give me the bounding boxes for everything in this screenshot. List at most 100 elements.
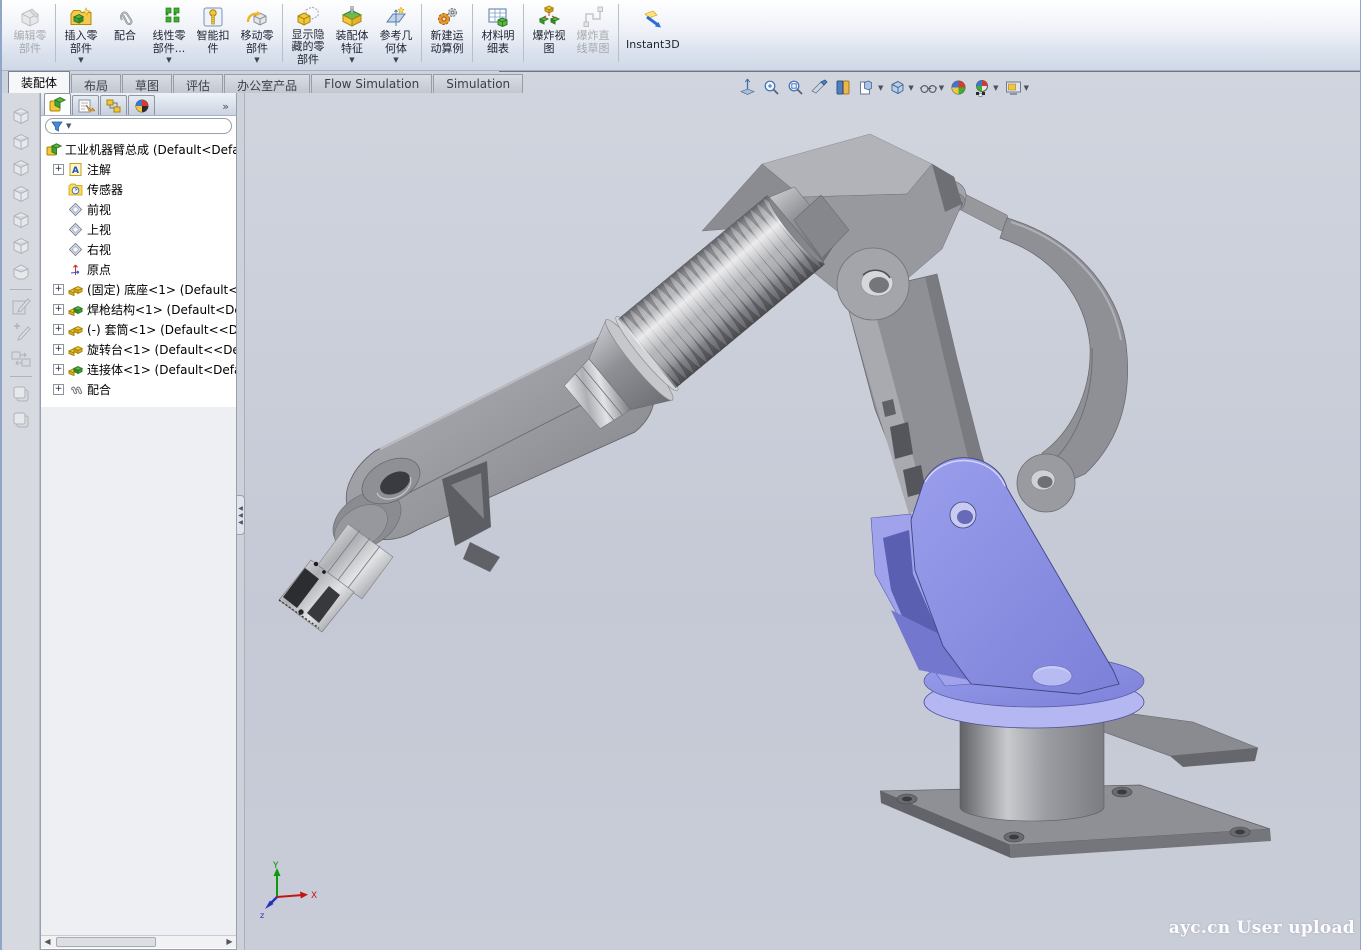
expand-icon[interactable]: + bbox=[53, 304, 64, 315]
smart-fasteners-button[interactable]: 智能扣 件 bbox=[191, 2, 235, 68]
tree-horizontal-scrollbar[interactable]: ◀ ▶ bbox=[41, 935, 236, 948]
panel-overflow-chevron[interactable]: » bbox=[222, 100, 234, 115]
expand-icon[interactable]: + bbox=[53, 164, 64, 175]
section-knife-icon[interactable] bbox=[809, 77, 830, 98]
new-motion-study-icon bbox=[434, 4, 460, 30]
cube-tool-icon[interactable] bbox=[9, 208, 33, 232]
new-motion-study-button[interactable]: 新建运 动算例 bbox=[425, 2, 469, 68]
cube-tool-icon[interactable] bbox=[9, 234, 33, 258]
linear-component-pattern-button[interactable]: 线性零 部件... ▼ bbox=[147, 2, 191, 68]
cube-tool-icon[interactable] bbox=[9, 182, 33, 206]
collapse-arrow-icon: ◀ bbox=[238, 512, 243, 519]
tab-evaluate[interactable]: 评估 bbox=[173, 74, 223, 93]
dropdown-caret[interactable]: ▼ bbox=[393, 57, 398, 63]
expand-icon[interactable]: + bbox=[53, 344, 64, 355]
tree-item[interactable]: + (-) 套筒<1> (Default<<Def bbox=[41, 319, 236, 339]
filter-caret[interactable]: ▼ bbox=[66, 122, 71, 130]
graphics-viewport[interactable]: ▼ ▼ ▼ ▼ ▼ bbox=[245, 71, 1361, 950]
tree-filter-input[interactable]: ▼ bbox=[45, 118, 232, 134]
explode-line-sketch-button[interactable]: 爆炸直 线草图 bbox=[571, 2, 615, 68]
triad-z-label: z bbox=[260, 911, 264, 920]
tree-item[interactable]: + 配合 bbox=[41, 379, 236, 399]
cube-tool-icon[interactable] bbox=[9, 156, 33, 180]
edit-appearance-icon[interactable] bbox=[948, 77, 969, 98]
tree-lower-pane bbox=[41, 407, 236, 935]
featuremanager-tab[interactable] bbox=[44, 93, 71, 115]
orientation-arrow-icon[interactable] bbox=[737, 77, 758, 98]
move-component-button[interactable]: 移动零 部件 ▼ bbox=[235, 2, 279, 68]
displaymanager-tab[interactable] bbox=[128, 95, 155, 115]
mate-button[interactable]: 配合 bbox=[103, 2, 147, 68]
exploded-view-button[interactable]: 爆炸视 图 bbox=[527, 2, 571, 68]
configurationmanager-tab[interactable] bbox=[100, 95, 127, 115]
tree-item[interactable]: + A 注解 bbox=[41, 159, 236, 179]
corner-cube-tool-icon[interactable] bbox=[9, 260, 33, 284]
insert-component-button[interactable]: 插入零 部件 ▼ bbox=[59, 2, 103, 68]
show-hidden-components-icon bbox=[295, 4, 321, 29]
copy-tool-icon[interactable] bbox=[9, 382, 33, 406]
panel-collapse-handle[interactable]: ◀ ◀ ◀ bbox=[237, 495, 245, 535]
view-settings-icon[interactable]: ▼ bbox=[1003, 77, 1030, 98]
reference-geometry-button[interactable]: 参考几 何体 ▼ bbox=[374, 2, 418, 68]
scroll-right-arrow[interactable]: ▶ bbox=[223, 936, 236, 948]
show-hidden-components-button[interactable]: 显示隐 藏的零 部件 bbox=[286, 2, 330, 68]
robot-arm-model[interactable] bbox=[245, 72, 1361, 950]
tree-item[interactable]: 右视 bbox=[41, 239, 236, 259]
zoom-to-fit-icon[interactable] bbox=[761, 77, 782, 98]
triad-y-label: Y bbox=[272, 861, 279, 871]
tree-item[interactable]: + 旋转台<1> (Default<<Defa bbox=[41, 339, 236, 359]
part-icon bbox=[67, 301, 84, 317]
explode-line-sketch-icon bbox=[580, 4, 606, 30]
sketch-add-tool-icon[interactable] bbox=[9, 321, 33, 345]
expand-icon[interactable]: + bbox=[53, 284, 64, 295]
edit-component-icon bbox=[17, 4, 43, 30]
view-orientation-icon[interactable]: ▼ bbox=[857, 77, 884, 98]
transfer-tool-icon[interactable] bbox=[9, 347, 33, 371]
tab-office-products[interactable]: 办公室产品 bbox=[224, 74, 310, 93]
apply-scene-icon[interactable]: ▼ bbox=[972, 77, 999, 98]
assembly-features-button[interactable]: 装配体 特征 ▼ bbox=[330, 2, 374, 68]
cube-tool-icon[interactable] bbox=[9, 104, 33, 128]
section-view-icon[interactable] bbox=[833, 77, 854, 98]
edit-component-button[interactable]: 编辑零 部件 bbox=[8, 2, 52, 68]
panel-splitter[interactable]: ◀ ◀ ◀ bbox=[237, 93, 245, 950]
vertical-toolbar bbox=[2, 93, 40, 950]
scroll-left-arrow[interactable]: ◀ bbox=[41, 936, 54, 948]
tab-sketch[interactable]: 草图 bbox=[122, 74, 172, 93]
copy-tool-icon[interactable] bbox=[9, 408, 33, 432]
bill-of-materials-icon bbox=[485, 4, 511, 30]
hide-show-items-icon[interactable]: ▼ bbox=[918, 77, 945, 98]
tree-item[interactable]: 传感器 bbox=[41, 179, 236, 199]
dropdown-caret[interactable]: ▼ bbox=[78, 57, 83, 63]
tree-item[interactable]: 上视 bbox=[41, 219, 236, 239]
expand-icon[interactable]: + bbox=[53, 384, 64, 395]
tab-layout[interactable]: 布局 bbox=[71, 74, 121, 93]
reference-geometry-icon bbox=[383, 4, 409, 30]
tab-simulation[interactable]: Simulation bbox=[433, 74, 523, 93]
tree-item[interactable]: + 连接体<1> (Default<Defaul bbox=[41, 359, 236, 379]
bill-of-materials-button[interactable]: 材料明 细表 bbox=[476, 2, 520, 68]
feature-manager-panel: » ▼ 工业机器臂总成 (Default<Defa + A 注解 bbox=[40, 93, 237, 950]
tree-item[interactable]: + 焊枪结构<1> (Default<Defa bbox=[41, 299, 236, 319]
tree-root[interactable]: 工业机器臂总成 (Default<Defa bbox=[41, 139, 236, 159]
cube-tool-icon[interactable] bbox=[9, 130, 33, 154]
instant3d-button[interactable]: Instant3D bbox=[622, 2, 684, 68]
tab-flow-simulation[interactable]: Flow Simulation bbox=[311, 74, 432, 93]
scrollbar-thumb[interactable] bbox=[56, 937, 156, 947]
sketch-tool-icon[interactable] bbox=[9, 295, 33, 319]
expand-icon[interactable]: + bbox=[53, 364, 64, 375]
tab-assembly[interactable]: 装配体 bbox=[8, 71, 70, 93]
tree-item[interactable]: 前视 bbox=[41, 199, 236, 219]
zoom-to-area-icon[interactable] bbox=[785, 77, 806, 98]
dropdown-caret[interactable]: ▼ bbox=[166, 57, 171, 63]
tree-item[interactable]: 原点 bbox=[41, 259, 236, 279]
expand-icon[interactable]: + bbox=[53, 324, 64, 335]
propertymanager-tab[interactable] bbox=[72, 95, 99, 115]
base-side-tab[interactable] bbox=[1104, 710, 1258, 767]
command-manager-ribbon: 编辑零 部件 插入零 部件 ▼ 配合 线性零 部件... ▼ 智能扣 件 移动零… bbox=[2, 0, 1360, 71]
display-style-icon[interactable]: ▼ bbox=[887, 77, 914, 98]
dropdown-caret[interactable]: ▼ bbox=[349, 57, 354, 63]
ribbon-separator bbox=[421, 4, 422, 62]
dropdown-caret[interactable]: ▼ bbox=[254, 57, 259, 63]
tree-item[interactable]: + (固定) 底座<1> (Default<<D bbox=[41, 279, 236, 299]
